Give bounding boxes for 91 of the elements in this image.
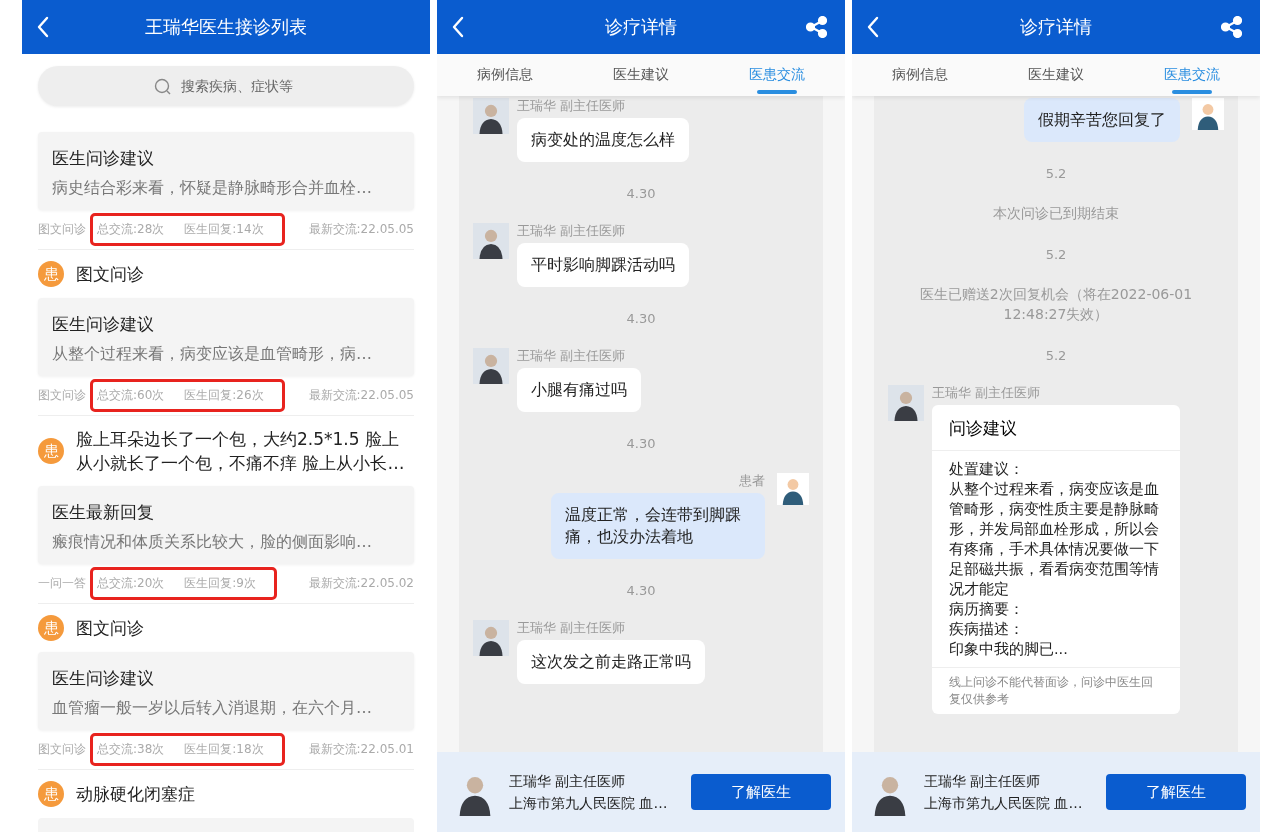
system-notice: 医生已赠送2次回复机会（将在2022-06-01 12:48:27失效）: [918, 285, 1194, 324]
message-bubble: 平时影响脚踝活动吗: [517, 243, 689, 287]
message-time: 5.2: [1044, 348, 1068, 363]
card-title: 医生问诊建议: [52, 313, 155, 336]
patient-question[interactable]: 动脉硬化闭塞症: [76, 782, 195, 806]
advice-text: 处置建议：: [949, 460, 1025, 479]
tab[interactable]: 病例信息: [437, 54, 573, 96]
patient-badge: 患: [38, 615, 64, 641]
card-excerpt: 病史结合彩来看，怀疑是静脉畸形合并血栓…: [52, 177, 373, 199]
patient-avatar: [777, 473, 809, 505]
patient-badge: 患: [38, 261, 64, 287]
message-time: 4.30: [625, 311, 657, 326]
tab[interactable]: 医生建议: [988, 54, 1124, 96]
message-bubble: 温度正常，会连带到脚踝痛，也没办法着地: [551, 493, 765, 559]
sender-name: 患者: [739, 473, 765, 489]
latest-date: 最新交流:22.05.02: [308, 575, 414, 592]
card-title: 医生问诊建议: [52, 147, 155, 170]
consult-type: 图文问诊: [38, 221, 86, 238]
share-icon[interactable]: [806, 16, 827, 38]
reply-count: 医生回复:14次: [184, 221, 264, 238]
reply-count: 医生回复:18次: [184, 741, 264, 758]
doctor-avatar: [473, 348, 509, 384]
search-icon: [154, 78, 171, 95]
consult-card[interactable]: 医生问诊建议 从整个过程来看，病变应该是血管畸形，病…: [38, 298, 414, 376]
advice-title: 问诊建议: [932, 405, 1180, 451]
total-count: 总交流:20次: [97, 575, 165, 592]
latest-date: 最新交流:22.05.05: [308, 387, 414, 404]
consult-type: 图文问诊: [38, 387, 86, 404]
sender-name: 王瑞华 副主任医师: [517, 223, 626, 239]
card-title: 医生最新回复: [52, 501, 155, 524]
message-bubble: 小腿有痛过吗: [517, 368, 641, 412]
consult-card[interactable]: 医生问诊建议 血管瘤一般一岁以后转入消退期，在六个月…: [38, 652, 414, 730]
doctor-avatar: [888, 385, 924, 421]
message-time: 5.2: [1044, 166, 1068, 181]
consult-type: 图文问诊: [38, 741, 86, 758]
share-icon[interactable]: [1221, 16, 1242, 38]
search-field[interactable]: 搜索疾病、症状等: [38, 66, 414, 106]
patient-avatar: [1192, 98, 1224, 130]
screen-title: 诊疗详情: [604, 15, 678, 39]
sender-name: 王瑞华 副主任医师: [517, 348, 626, 364]
screen-title: 王瑞华医生接诊列表: [144, 15, 308, 39]
card-title: 医生问诊建议: [52, 667, 155, 690]
doctor-name: 王瑞华 副主任医师: [924, 772, 1042, 791]
total-count: 总交流:60次: [97, 387, 165, 404]
advice-text: 印象中我的脚已...: [949, 640, 1069, 659]
doctor-avatar: [473, 620, 509, 656]
sender-name: 王瑞华 副主任医师: [517, 98, 626, 114]
consult-type: 一问一答: [38, 575, 86, 592]
total-count: 总交流:38次: [97, 741, 165, 758]
patient-badge: 患: [38, 781, 64, 807]
back-icon[interactable]: [866, 15, 880, 39]
back-icon[interactable]: [36, 15, 50, 39]
card-excerpt: 血管瘤一般一岁以后转入消退期，在六个月…: [52, 697, 373, 719]
tab[interactable]: 医生建议: [573, 54, 709, 96]
consult-card[interactable]: 医生问诊建议 病史结合彩来看，怀疑是静脉畸形合并血栓…: [38, 132, 414, 210]
doctor-avatar: [473, 98, 509, 134]
reply-count: 医生回复:26次: [184, 387, 264, 404]
advice-text: 疾病描述：: [949, 620, 1025, 639]
doctor-avatar: [473, 223, 509, 259]
message-time: 4.30: [625, 583, 657, 598]
sender-name: 王瑞华 副主任医师: [517, 620, 626, 636]
consult-card[interactable]: 医生最新回复 瘢痕情况和体质关系比较大，脸的侧面影响…: [38, 486, 414, 564]
screen-title: 诊疗详情: [1019, 15, 1093, 39]
hospital-name: 上海市第九人民医院 血…: [509, 794, 669, 813]
patient-question[interactable]: 脸上耳朵边长了一个包，大约2.5*1.5 脸上从小就长了一个包，不痛不痒 脸上从小长…: [76, 427, 414, 475]
message-bubble: 病变处的温度怎么样: [517, 118, 689, 162]
message-time: 5.2: [1044, 247, 1068, 262]
learn-more-button[interactable]: 了解医生: [691, 774, 831, 810]
doctor-name: 王瑞华 副主任医师: [509, 772, 627, 791]
back-icon[interactable]: [451, 15, 465, 39]
total-count: 总交流:28次: [97, 221, 165, 238]
latest-date: 最新交流:22.05.05: [308, 221, 414, 238]
disclaimer: 线上问诊不能代替面诊，问诊中医生回复仅供参考: [932, 667, 1180, 714]
message-time: 4.30: [625, 436, 657, 451]
sender-name: 王瑞华 副主任医师: [932, 385, 1041, 401]
message-bubble: 假期辛苦您回复了: [1024, 98, 1180, 142]
tab[interactable]: 病例信息: [852, 54, 988, 96]
patient-badge: 患: [38, 438, 64, 464]
latest-date: 最新交流:22.05.01: [308, 741, 414, 758]
message-time: 4.30: [625, 186, 657, 201]
patient-question[interactable]: 图文问诊: [76, 616, 144, 640]
card-excerpt: 从整个过程来看，病变应该是血管畸形，病…: [52, 343, 373, 365]
message-bubble: 这次发之前走路正常吗: [517, 640, 705, 684]
patient-question[interactable]: 图文问诊: [76, 262, 144, 286]
learn-more-button[interactable]: 了解医生: [1106, 774, 1246, 810]
hospital-name: 上海市第九人民医院 血…: [924, 794, 1084, 813]
card-excerpt: 瘢痕情况和体质关系比较大，脸的侧面影响…: [52, 531, 373, 553]
advice-text: 病历摘要：: [949, 600, 1025, 619]
reply-count: 医生回复:9次: [184, 575, 256, 592]
system-notice: 本次问诊已到期结束: [992, 204, 1120, 223]
advice-text: 从整个过程来看，病变应该是血管畸形，病变性质主要是静脉畸形，并发局部血栓形成，所以会有疼痛，手术具体情况要做一下足部磁共振，看看病变范围等情况才能定: [949, 480, 1160, 599]
